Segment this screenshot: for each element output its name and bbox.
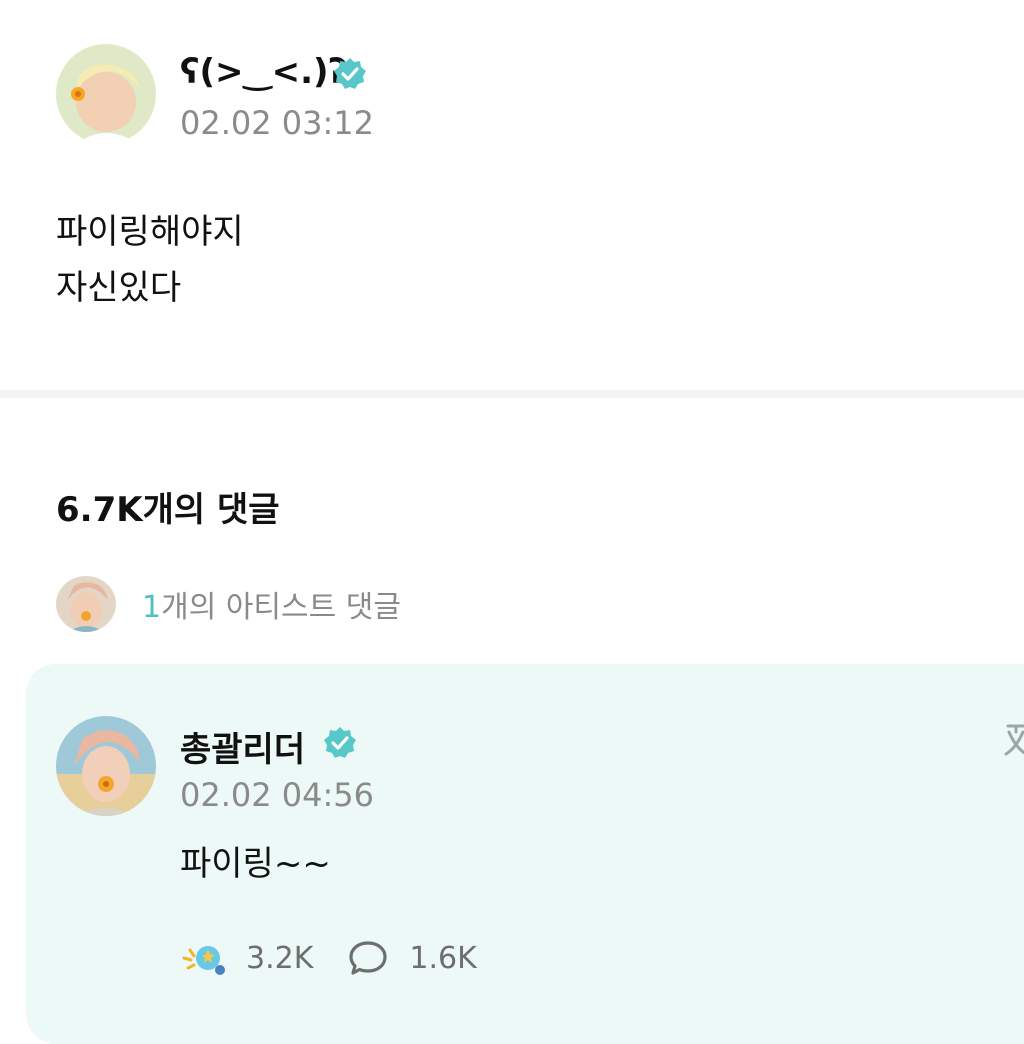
translate-icon[interactable] [1000,722,1024,762]
post-author-name[interactable]: ʕ(>‿<.)ʔ [180,52,348,92]
artist-mini-avatar [56,576,116,632]
comment-count-title: 6.7K개의 댓글 [56,490,280,530]
artist-comment-summary[interactable]: 1개의 아티스트 댓글 [56,576,401,632]
artist-comment-count: 1 [142,590,162,625]
post-author-avatar[interactable] [56,44,156,144]
artist-comment-suffix: 개의 아티스트 댓글 [161,590,401,625]
artist-comment-text: 파이링~~ [180,844,331,884]
artist-comment-card[interactable] [26,664,1024,1044]
artist-name[interactable]: 총괄리더 [180,722,305,771]
artist-avatar[interactable] [56,716,156,816]
artist-comment-summary-label: 1개의 아티스트 댓글 [142,582,401,626]
post-line-2: 자신있다 [56,268,182,308]
post-line-1: 파이링해야지 [56,212,244,252]
section-divider [0,390,1024,398]
artist-comment-timestamp: 02.02 04:56 [180,776,374,814]
reply-bubble-icon[interactable] [347,938,389,978]
artist-comment-stats: 3.2K 1.6K [180,930,477,986]
post-body: 파이링해야지 자신있다 [56,204,244,316]
post-timestamp: 02.02 03:12 [180,104,374,142]
verified-badge-icon [322,725,358,761]
like-count: 3.2K [246,940,314,976]
verified-badge-icon [332,56,368,92]
reply-count: 1.6K [409,940,477,976]
like-cheer-icon[interactable] [180,938,228,978]
